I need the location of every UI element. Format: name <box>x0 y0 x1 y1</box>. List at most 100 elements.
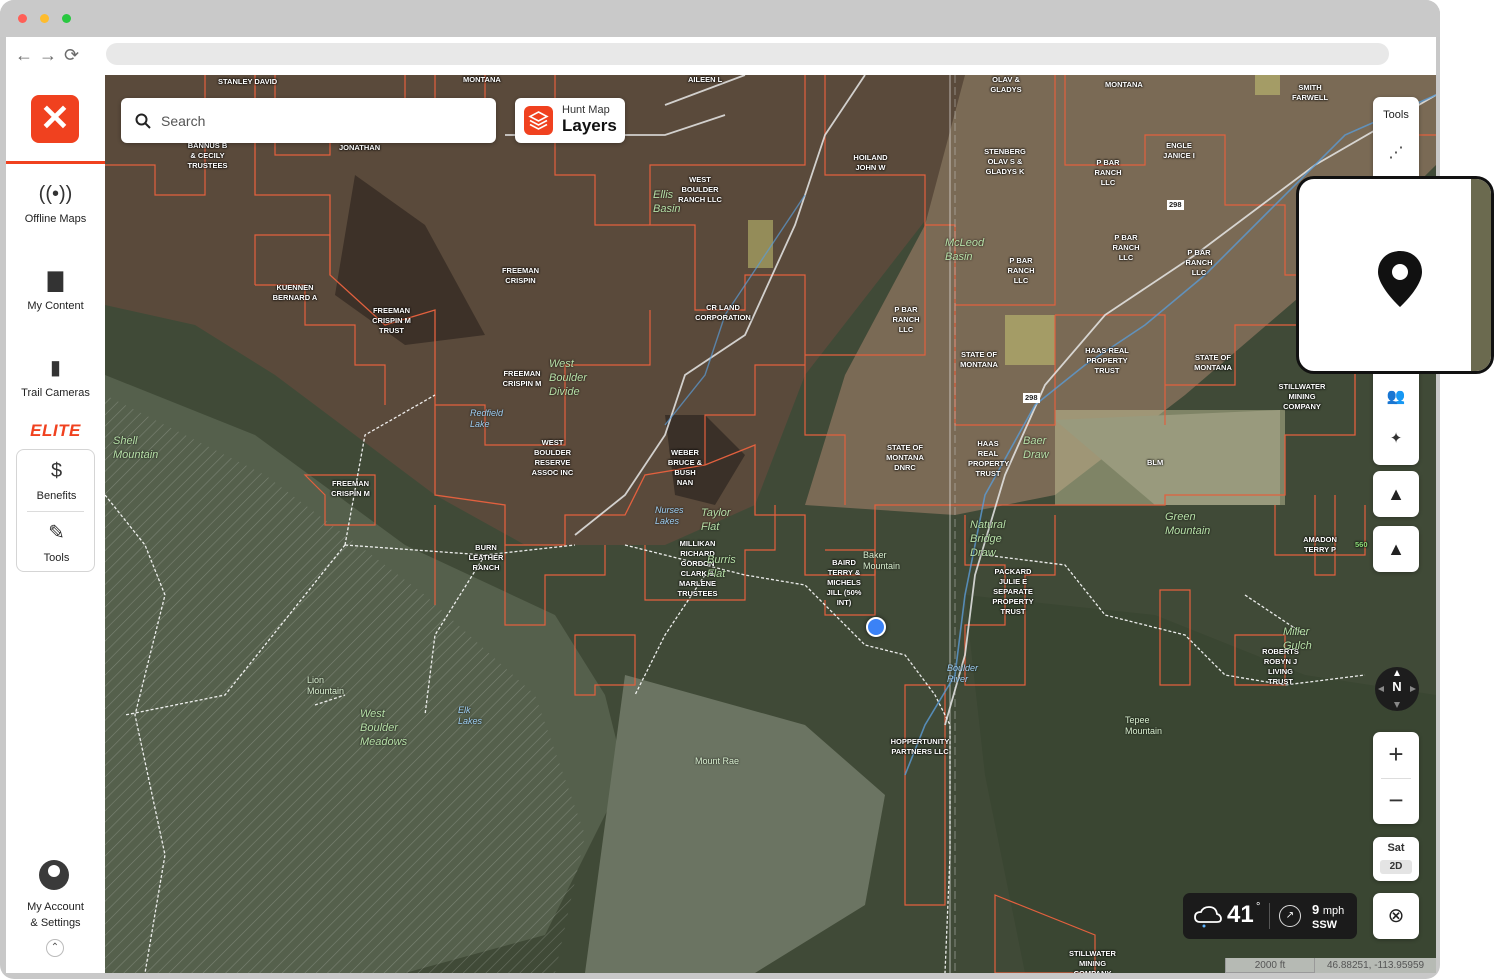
people-icon[interactable]: 👥 <box>1373 387 1419 405</box>
owner-label[interactable]: STATE OF MONTANA <box>1188 353 1238 373</box>
owner-label[interactable]: STILLWATER MINING COMPANY <box>1273 382 1331 412</box>
owner-label[interactable]: HOILAND JOHN W <box>848 153 893 173</box>
place-label: McLeod Basin <box>945 237 985 263</box>
owner-label[interactable]: FREEMAN CRISPIN M <box>328 479 373 499</box>
place-label: West Boulder Divide <box>549 358 587 398</box>
sidebar-item-label: Trail Cameras <box>21 387 90 399</box>
owner-label[interactable]: OLAV & GLADYS <box>985 75 1027 95</box>
sidebar-item-account[interactable]: My Account & Settings <box>6 899 105 931</box>
elite-label: ELITE <box>30 421 81 440</box>
owner-label[interactable]: FREEMAN CRISPIN M <box>501 369 543 389</box>
map-canvas[interactable]: STANLEY DAVID MONTANA AILEEN L OLAV & GL… <box>105 75 1436 973</box>
place-label: Ellis Basin <box>653 189 681 215</box>
sidebar-item-offline-maps[interactable]: ((•)) Offline Maps <box>6 181 105 225</box>
owner-label[interactable]: SMITH FARWELL <box>1285 83 1335 103</box>
mountain-icon: ▲ <box>1387 539 1405 559</box>
sidebar-item-label: Offline Maps <box>24 213 87 225</box>
browser-window: ← → ⟳ ✕ ((•)) Offline Maps ▇ My Content … <box>0 0 1440 979</box>
basemap-label: Sat <box>1387 842 1405 854</box>
sidebar-item-label: Benefits <box>36 490 77 502</box>
owner-label[interactable]: WEST BOULDER RESERVE ASSOC INC <box>530 438 575 478</box>
owner-label[interactable]: HAAS REAL PROPERTY TRUST <box>1083 346 1131 376</box>
place-label: Taylor Flat <box>701 507 731 533</box>
avatar[interactable] <box>39 860 69 890</box>
reload-icon[interactable]: ⟳ <box>64 45 79 65</box>
owner-label[interactable]: ENGLE JANICE I <box>1163 141 1195 161</box>
dollar-circle-icon: $ <box>50 460 63 482</box>
owner-label[interactable]: PACKARD JULIE E SEPARATE PROPERTY TRUST <box>988 567 1038 617</box>
owner-label[interactable]: HOPPERTUNITY PARTNERS LLC <box>890 737 950 757</box>
terrain-3d-button[interactable]: ▲ <box>1373 526 1419 572</box>
layers-subtitle: Hunt Map <box>562 104 610 116</box>
satellite-icon[interactable]: ✦ <box>1373 429 1419 447</box>
current-location-dot[interactable] <box>866 617 886 637</box>
owner-label[interactable]: CR LAND CORPORATION <box>693 303 753 323</box>
owner-label[interactable]: P BAR RANCH LLC <box>887 305 925 335</box>
owner-label[interactable]: STILLWATER MINING COMPANY <box>1065 949 1120 973</box>
owner-label[interactable]: BAIRD TERRY & MICHELS JILL (50% INT) <box>824 558 864 608</box>
owner-label[interactable]: STANLEY DAVID <box>218 77 277 87</box>
owner-label[interactable]: P BAR RANCH LLC <box>1089 158 1127 188</box>
onx-logo[interactable]: ✕ <box>31 95 79 143</box>
owner-label[interactable]: WEBER BRUCE & BUSH NAN <box>666 448 704 488</box>
peak-label: Mount Rae <box>695 756 740 766</box>
waypoint-callout[interactable] <box>1296 176 1494 374</box>
sidebar-item-tools[interactable]: ✎ Tools <box>7 520 106 564</box>
2d-toggle[interactable]: 2D <box>1380 860 1412 874</box>
owner-label[interactable]: P BAR RANCH LLC <box>1002 256 1040 286</box>
owner-label[interactable]: JONATHAN <box>339 143 380 153</box>
search-bar[interactable] <box>121 98 496 143</box>
maximize-window-button[interactable] <box>62 14 71 23</box>
place-label: Shell Mountain <box>113 435 159 461</box>
peak-label: Lion Mountain <box>307 675 345 696</box>
owner-label[interactable]: MONTANA <box>463 75 501 85</box>
logo-underline <box>6 161 105 164</box>
owner-label[interactable]: STENBERG OLAV S & GLADYS K <box>980 147 1030 177</box>
place-label: Burris Flat <box>707 554 736 580</box>
lake-label: Elk Lakes <box>458 705 483 726</box>
recenter-button[interactable]: ⊗ <box>1373 893 1419 939</box>
owner-label[interactable]: STATE OF MONTANA DNRC <box>880 443 930 473</box>
road-shield: 298 <box>1167 200 1184 210</box>
owner-label[interactable]: BURN LEATHER RANCH <box>467 543 505 573</box>
owner-label[interactable]: ROBERTS ROBYN J LIVING TRUST <box>1258 647 1303 687</box>
temperature: 41 <box>1227 901 1254 928</box>
owner-label[interactable]: FREEMAN CRISPIN <box>498 266 543 286</box>
terrain-x-button[interactable]: ▲ <box>1373 471 1419 517</box>
zoom-in-button[interactable]: + <box>1373 732 1419 778</box>
sidebar: ✕ ((•)) Offline Maps ▇ My Content ▮ Trai… <box>6 75 105 973</box>
sidebar-item-my-content[interactable]: ▇ My Content <box>6 268 105 312</box>
owner-label[interactable]: BLM <box>1147 458 1163 468</box>
owner-label[interactable]: AILEEN L <box>688 75 722 85</box>
compass-button[interactable]: N <box>1375 667 1419 711</box>
search-input[interactable] <box>161 110 481 132</box>
minimize-window-button[interactable] <box>40 14 49 23</box>
owner-label[interactable]: P BAR RANCH LLC <box>1107 233 1145 263</box>
forward-arrow-icon[interactable]: → <box>39 45 57 65</box>
owner-label[interactable]: FREEMAN CRISPIN M TRUST <box>369 306 414 336</box>
sidebar-item-trail-cameras[interactable]: ▮ Trail Cameras <box>6 355 105 399</box>
close-window-button[interactable] <box>18 14 27 23</box>
weather-widget[interactable]: 41 ° ↗ 9 mph SSW <box>1183 893 1357 939</box>
basemap-toggle-button[interactable]: Sat 2D <box>1373 837 1419 881</box>
zoom-out-button[interactable]: − <box>1373 778 1419 824</box>
coordinates-readout: 46.88251, -113.95959 <box>1315 958 1436 973</box>
owner-label[interactable]: STATE OF MONTANA <box>955 350 1003 370</box>
hunt-map-layers-button[interactable]: Hunt Map Layers <box>515 98 625 143</box>
owner-label[interactable]: KUENNEN BERNARD A <box>271 283 319 303</box>
river-label: Boulder River <box>947 663 979 684</box>
route-tool-icon[interactable]: ⋰ <box>1373 143 1419 161</box>
owner-label[interactable]: HAAS REAL PROPERTY TRUST <box>968 439 1009 479</box>
wind-speed: 9 mph <box>1312 902 1344 917</box>
owner-label[interactable]: P BAR RANCH LLC <box>1180 248 1218 278</box>
chevron-up-icon[interactable]: ⌃ <box>46 939 64 957</box>
sidebar-item-benefits[interactable]: $ Benefits <box>7 458 106 502</box>
owner-label[interactable]: AMADON TERRY P <box>1301 535 1339 555</box>
wind-direction-icon: ↗ <box>1279 905 1301 927</box>
owner-label[interactable]: BANNUS B & CECILY TRUSTEES <box>185 141 230 171</box>
owner-label[interactable]: MONTANA <box>1105 80 1143 90</box>
back-arrow-icon[interactable]: ← <box>15 45 33 65</box>
terrain-x-icon: ▲ <box>1387 484 1405 504</box>
cloud-icon <box>1194 906 1222 928</box>
url-bar[interactable] <box>106 43 1389 65</box>
